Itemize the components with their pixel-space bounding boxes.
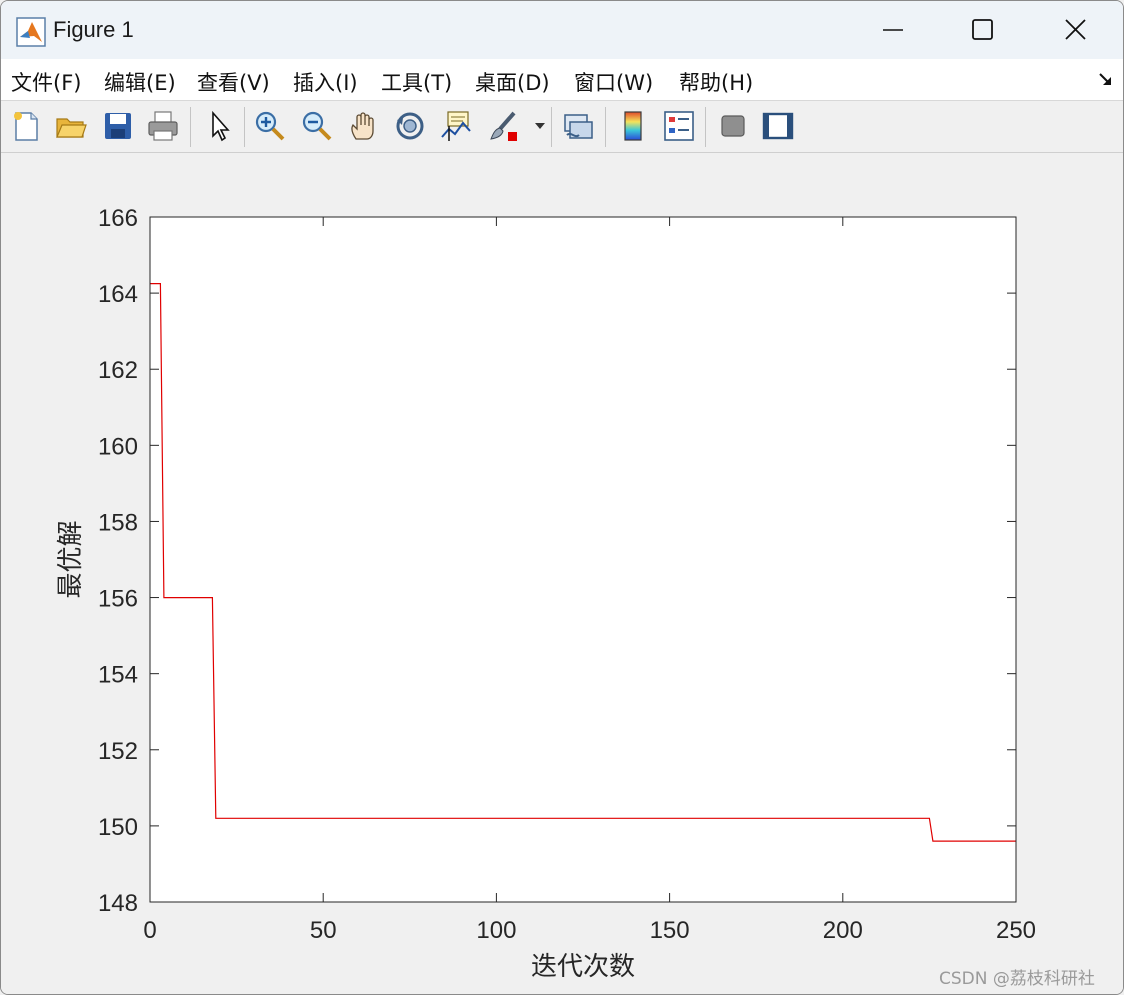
y-tick-label: 148 (98, 890, 138, 917)
toolbar-separator (244, 107, 245, 147)
figure-toolbar (1, 101, 1123, 153)
brush-icon (490, 111, 517, 141)
close-button[interactable] (1053, 9, 1099, 51)
menu-edit[interactable]: 编辑(E) (104, 67, 176, 97)
toolbar-separator (605, 107, 606, 147)
data-cursor-icon (441, 111, 471, 141)
matlab-logo-icon (16, 17, 46, 47)
pan-button[interactable] (347, 109, 381, 143)
x-tick-label: 250 (996, 917, 1036, 944)
print-button[interactable] (146, 109, 180, 143)
print-icon (148, 111, 178, 141)
x-tick-label: 0 (143, 917, 156, 944)
hide-plot-tools-button[interactable] (716, 109, 750, 143)
pan-hand-icon (351, 112, 374, 140)
save-button[interactable] (101, 109, 135, 143)
menu-desktop[interactable]: 桌面(D) (475, 67, 550, 97)
toolbar-separator (551, 107, 552, 147)
legend-icon (664, 111, 694, 141)
menu-tools[interactable]: 工具(T) (381, 67, 452, 97)
toolbar-separator (190, 107, 191, 147)
minimize-button[interactable] (869, 9, 915, 51)
zoom-out-button[interactable] (300, 109, 334, 143)
y-tick-label: 166 (98, 205, 138, 232)
y-tick-label: 150 (98, 814, 138, 841)
close-icon (1065, 19, 1086, 40)
menu-file[interactable]: 文件(F) (11, 67, 81, 97)
maximize-button[interactable] (959, 9, 1005, 51)
menu-view[interactable]: 查看(V) (197, 67, 270, 97)
plot-area (150, 217, 1016, 902)
watermark: CSDN @荔枝科研社 (939, 969, 1095, 989)
y-tick-label: 158 (98, 509, 138, 536)
y-tick-label: 152 (98, 738, 138, 765)
toolbar-separator (705, 107, 706, 147)
window-title: Figure 1 (53, 17, 134, 42)
menu-window[interactable]: 窗口(W) (574, 67, 653, 97)
brush-button[interactable] (487, 109, 521, 143)
rotate-3d-icon (396, 112, 424, 140)
dock-arrow-icon[interactable] (1097, 71, 1115, 89)
brush-dropdown-icon[interactable] (534, 121, 546, 131)
x-tick-label: 50 (310, 917, 337, 944)
y-tick-label: 160 (98, 433, 138, 460)
y-tick-label: 156 (98, 586, 138, 613)
link-plot-button[interactable] (561, 109, 595, 143)
link-plot-icon (564, 114, 593, 139)
x-tick-label: 200 (823, 917, 863, 944)
figure-canvas: 0 50 100 150 200 250 148 150 152 154 156 158 160 162 1… (1, 153, 1123, 994)
x-tick-label: 100 (476, 917, 516, 944)
edit-plot-button[interactable] (203, 109, 237, 143)
colorbar-icon (624, 111, 642, 141)
save-icon (105, 113, 131, 139)
line-chart[interactable]: 0 50 100 150 200 250 148 150 152 154 156 158 160 162 1… (1, 153, 1123, 994)
menu-help[interactable]: 帮助(H) (679, 67, 753, 97)
show-plot-tools-icon (762, 112, 794, 140)
menu-bar: 文件(F) 编辑(E) 查看(V) 插入(I) 工具(T) 桌面(D) 窗口(W… (1, 59, 1123, 101)
zoom-out-icon (302, 111, 332, 141)
new-figure-icon (14, 112, 38, 141)
menu-insert[interactable]: 插入(I) (293, 67, 358, 97)
minimize-icon (883, 29, 903, 31)
insert-colorbar-button[interactable] (616, 109, 650, 143)
show-plot-tools-button[interactable] (761, 109, 795, 143)
zoom-in-button[interactable] (253, 109, 287, 143)
open-folder-icon (56, 118, 87, 138)
maximize-icon (972, 19, 993, 40)
y-tick-label: 154 (98, 662, 138, 689)
y-axis-label: 最优解 (56, 520, 86, 598)
y-tick-label: 162 (98, 357, 138, 384)
y-tick-label: 164 (98, 281, 138, 308)
pointer-icon (212, 110, 230, 142)
hide-plot-tools-icon (721, 115, 745, 137)
new-figure-button[interactable] (9, 109, 43, 143)
insert-legend-button[interactable] (662, 109, 696, 143)
zoom-in-icon (255, 111, 285, 141)
rotate-3d-button[interactable] (393, 109, 427, 143)
x-axis-label: 迭代次数 (531, 952, 635, 982)
x-tick-label: 150 (650, 917, 690, 944)
open-button[interactable] (54, 109, 88, 143)
title-bar: Figure 1 (1, 1, 1123, 59)
figure-window: Figure 1 文件(F) 编辑(E) 查看(V) 插入(I) 工具(T) 桌… (0, 0, 1124, 995)
data-cursor-button[interactable] (439, 109, 473, 143)
